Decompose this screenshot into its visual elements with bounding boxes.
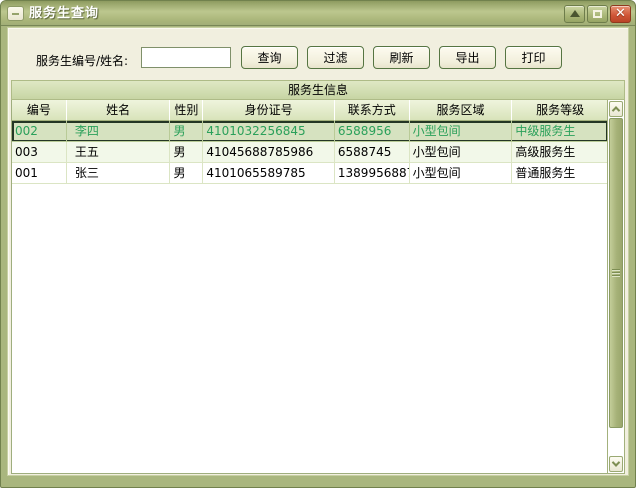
search-input[interactable] [141,47,231,68]
table-row[interactable]: 003 王五 男 41045688785986 6588745 小型包间 高级服… [12,142,608,163]
cell-id-card: 4101065589785 [203,163,335,184]
search-label: 服务生编号/姓名: [36,52,128,69]
window-controls: ✕ [564,5,631,23]
column-header-name[interactable]: 姓名 [67,100,171,121]
cell-service-area: 小型包间 [410,121,513,142]
query-button[interactable]: 查询 [241,46,298,69]
grip-icon [612,272,620,273]
column-header-contact[interactable]: 联系方式 [335,100,410,121]
cell-name: 李四 [67,121,171,142]
export-button[interactable]: 导出 [439,46,496,69]
cell-gender: 男 [170,142,203,163]
cell-contact: 6588745 [335,142,410,163]
titlebar: 服务生查询 ✕ [1,1,635,26]
chevron-up-icon [612,106,620,114]
cell-id: 002 [12,121,67,142]
close-button[interactable]: ✕ [610,5,631,23]
cell-id: 003 [12,142,67,163]
cell-name: 张三 [67,163,171,184]
scrollbar-thumb[interactable] [609,118,623,428]
print-button[interactable]: 打印 [505,46,562,69]
cell-service-area: 小型包间 [410,142,513,163]
column-header-service-level[interactable]: 服务等级 [512,100,608,121]
cell-gender: 男 [170,121,203,142]
filter-button[interactable]: 过滤 [307,46,364,69]
cell-id-card: 4101032256845 [203,121,335,142]
maximize-icon [593,10,602,18]
cell-contact: 13899568879 [335,163,410,184]
cell-service-area: 小型包间 [410,163,513,184]
scroll-down-button[interactable] [609,456,623,472]
cell-service-level: 高级服务生 [512,142,608,163]
cell-id: 001 [12,163,67,184]
cell-name: 王五 [67,142,171,163]
minimize-icon [570,10,580,17]
scroll-up-button[interactable] [609,101,623,117]
table-grid: 编号 姓名 性别 身份证号 联系方式 服务区域 服务等级 002 李四 男 41… [11,100,609,474]
column-header-id-card[interactable]: 身份证号 [203,100,335,121]
table-group-header: 服务生信息 [11,80,625,100]
app-window: 服务生查询 ✕ 服务生编号/姓名: 查询 过滤 刷新 导出 打印 服务生信息 编… [0,0,636,488]
cell-contact: 6588956 [335,121,410,142]
refresh-button[interactable]: 刷新 [373,46,430,69]
window-title: 服务生查询 [29,2,564,26]
chevron-down-icon [612,458,620,466]
column-header-gender[interactable]: 性别 [170,100,203,121]
maximize-button[interactable] [587,5,608,23]
cell-service-level: 普通服务生 [512,163,608,184]
table-header-row: 编号 姓名 性别 身份证号 联系方式 服务区域 服务等级 [12,100,608,121]
waiter-table: 服务生信息 编号 姓名 性别 身份证号 联系方式 服务区域 服务等级 002 李… [11,80,625,474]
cell-service-level: 中级服务生 [512,121,608,142]
window-icon-dash [12,13,19,15]
window-icon [7,6,24,21]
table-row[interactable]: 001 张三 男 4101065589785 13899568879 小型包间 … [12,163,608,184]
cell-id-card: 41045688785986 [203,142,335,163]
content-area: 服务生编号/姓名: 查询 过滤 刷新 导出 打印 服务生信息 编号 姓名 性别 … [7,27,629,476]
minimize-button[interactable] [564,5,585,23]
column-header-id[interactable]: 编号 [12,100,67,121]
cell-gender: 男 [170,163,203,184]
vertical-scrollbar[interactable] [607,100,625,474]
close-icon: ✕ [615,7,626,20]
table-row[interactable]: 002 李四 男 4101032256845 6588956 小型包间 中级服务… [12,121,608,142]
column-header-service-area[interactable]: 服务区域 [410,100,513,121]
